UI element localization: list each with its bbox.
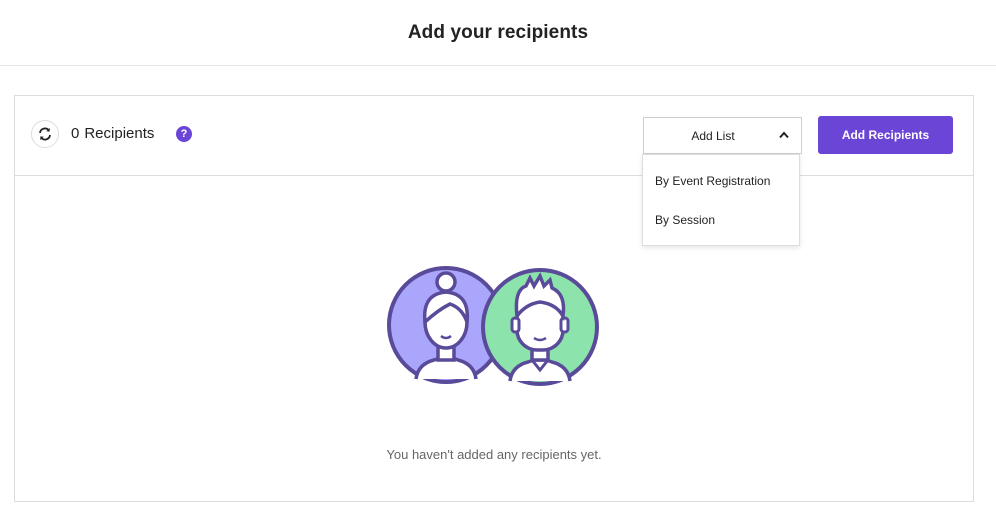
recipient-count: 0 Recipients — [71, 125, 154, 142]
add-list-label: Add List — [691, 128, 735, 143]
page-title: Add your recipients — [407, 21, 589, 43]
recipient-count-number: 0 — [71, 125, 80, 142]
help-glyph: ? — [180, 128, 188, 140]
recipients-toolbar: 0 Recipients ? Add List Add Recipients — [15, 96, 973, 176]
page-header: Add your recipients — [0, 0, 996, 66]
refresh-button[interactable] — [31, 120, 59, 148]
chevron-up-icon — [779, 131, 789, 139]
add-list-menu: By Event Registration By Session — [642, 154, 800, 246]
add-list-dropdown[interactable]: Add List — [643, 117, 802, 154]
add-recipients-label: Add Recipients — [841, 128, 930, 142]
add-recipients-button[interactable]: Add Recipients — [818, 116, 953, 154]
recipient-count-label: Recipients — [84, 125, 155, 142]
help-icon[interactable]: ? — [176, 126, 192, 142]
empty-state-message: You haven't added any recipients yet. — [386, 447, 602, 462]
refresh-icon — [39, 127, 51, 141]
avatar-man-icon — [481, 268, 599, 386]
menu-item-by-event-registration[interactable]: By Event Registration — [655, 174, 770, 188]
recipients-page: Add your recipients 0 Recipients ? Add L… — [0, 0, 996, 509]
two-person-avatars-icon — [387, 266, 599, 386]
menu-item-by-session[interactable]: By Session — [655, 213, 715, 227]
